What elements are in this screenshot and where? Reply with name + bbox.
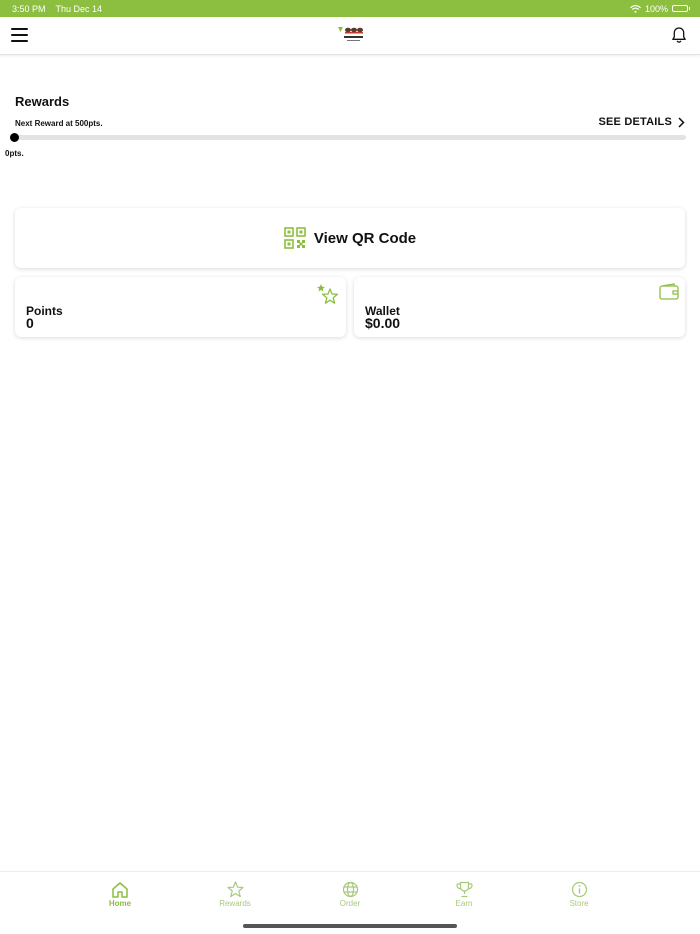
tab-earn-label: Earn [455, 899, 473, 908]
see-details-label: SEE DETAILS [598, 116, 672, 128]
view-qr-code-button[interactable]: View QR Code [15, 208, 685, 268]
wallet-value: $0.00 [365, 315, 401, 331]
home-indicator [243, 924, 457, 928]
wallet-icon [659, 283, 679, 300]
tab-store-label: Store [569, 899, 589, 908]
rewards-progress-bar [14, 135, 686, 140]
hamburger-menu-icon[interactable] [11, 28, 28, 42]
next-reward-text: Next Reward at 500pts. [15, 119, 103, 128]
tab-earn[interactable]: Earn [434, 881, 494, 908]
info-icon [571, 881, 587, 898]
chevron-right-icon [678, 116, 685, 128]
view-qr-code-label: View QR Code [313, 229, 417, 247]
status-date: Thu Dec 14 [55, 3, 103, 14]
stars-icon [317, 284, 339, 304]
wallet-card[interactable]: Wallet $0.00 [354, 277, 685, 337]
status-right: 100% [630, 3, 690, 14]
qr-code-icon [284, 227, 306, 249]
rewards-progress-label: 0pts. [5, 149, 24, 158]
star-icon [226, 881, 244, 898]
battery-percent: 100% [644, 3, 668, 14]
tab-order[interactable]: Order [320, 881, 380, 908]
bell-icon[interactable] [670, 26, 688, 44]
tab-rewards-label: Rewards [219, 899, 251, 908]
battery-icon [672, 5, 690, 12]
wifi-icon [630, 4, 641, 13]
home-icon [112, 882, 128, 898]
tab-home[interactable]: Home [90, 881, 150, 908]
brand-logo [338, 27, 363, 41]
points-value: 0 [26, 315, 34, 331]
points-card[interactable]: Points 0 [15, 277, 346, 337]
tab-order-label: Order [339, 899, 361, 908]
trophy-icon [455, 881, 473, 898]
see-details-link[interactable]: SEE DETAILS [598, 116, 685, 128]
tab-store[interactable]: Store [549, 881, 609, 908]
globe-icon [342, 881, 358, 898]
rewards-progress-knob [10, 133, 19, 142]
top-nav [0, 17, 700, 55]
status-time: 3:50 PM [12, 3, 46, 14]
tab-rewards[interactable]: Rewards [205, 881, 265, 908]
status-bar: 3:50 PM Thu Dec 14 100% [0, 0, 700, 17]
tab-home-label: Home [108, 899, 132, 908]
status-left: 3:50 PM Thu Dec 14 [12, 4, 102, 14]
rewards-title: Rewards [15, 94, 70, 109]
